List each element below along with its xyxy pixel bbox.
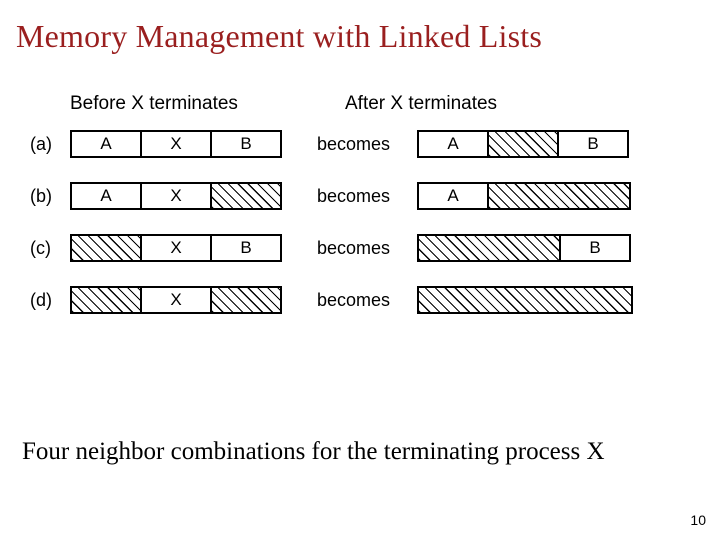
becomes-label: becomes — [305, 134, 417, 155]
before-blocks: X — [70, 286, 305, 314]
diagram-row: (d) Xbecomes — [30, 285, 690, 315]
process-block: A — [417, 130, 489, 158]
header-spacer — [30, 93, 70, 115]
header-after: After X terminates — [345, 93, 690, 115]
before-blocks: AXB — [70, 130, 305, 158]
row-label: (d) — [30, 290, 70, 311]
process-block: A — [70, 130, 142, 158]
process-block: A — [417, 182, 489, 210]
becomes-label: becomes — [305, 238, 417, 259]
becomes-label: becomes — [305, 290, 417, 311]
process-block: X — [140, 234, 212, 262]
column-headers: Before X terminates After X terminates — [30, 93, 690, 115]
slide-title: Memory Management with Linked Lists — [0, 0, 720, 55]
free-block — [70, 286, 142, 314]
becomes-label: becomes — [305, 186, 417, 207]
rows-container: (a)AXBbecomesAB(b)AXbecomesA(c)XBbecomes… — [30, 129, 690, 315]
before-blocks: AX — [70, 182, 305, 210]
after-blocks: AB — [417, 130, 629, 158]
process-block: A — [70, 182, 142, 210]
process-block: X — [140, 130, 212, 158]
free-block — [210, 182, 282, 210]
free-block — [210, 286, 282, 314]
free-block — [487, 182, 631, 210]
header-before: Before X terminates — [70, 93, 345, 115]
process-block: B — [557, 130, 629, 158]
row-label: (b) — [30, 186, 70, 207]
after-blocks — [417, 286, 633, 314]
process-block: B — [210, 234, 282, 262]
process-block: B — [559, 234, 631, 262]
free-block — [417, 234, 561, 262]
diagram-row: (c)XBbecomesB — [30, 233, 690, 263]
free-block — [70, 234, 142, 262]
after-blocks: A — [417, 182, 631, 210]
free-block — [417, 286, 633, 314]
memory-diagram: Before X terminates After X terminates (… — [0, 93, 720, 315]
slide-caption: Four neighbor combinations for the termi… — [0, 438, 720, 466]
diagram-row: (a)AXBbecomesAB — [30, 129, 690, 159]
page-number: 10 — [690, 512, 706, 528]
process-block: X — [140, 286, 212, 314]
process-block: X — [140, 182, 212, 210]
process-block: B — [210, 130, 282, 158]
row-label: (c) — [30, 238, 70, 259]
before-blocks: XB — [70, 234, 305, 262]
after-blocks: B — [417, 234, 631, 262]
diagram-row: (b)AXbecomesA — [30, 181, 690, 211]
free-block — [487, 130, 559, 158]
row-label: (a) — [30, 134, 70, 155]
